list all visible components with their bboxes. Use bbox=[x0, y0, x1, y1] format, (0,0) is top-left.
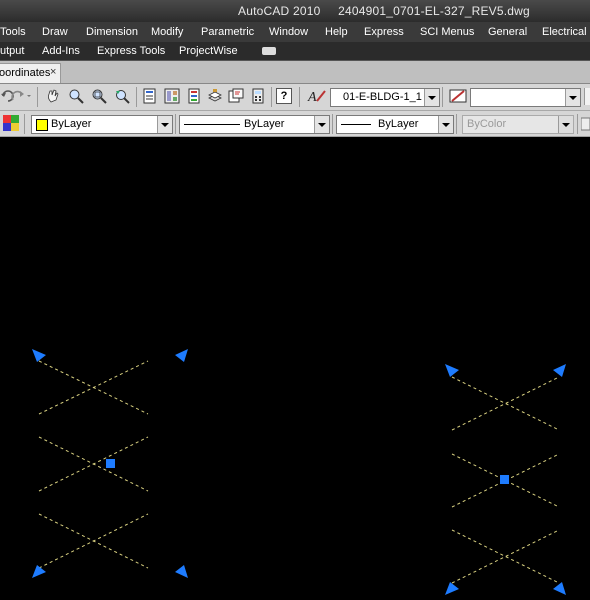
plotstyle-control-value: ByColor bbox=[467, 118, 507, 130]
grip-arrow[interactable] bbox=[445, 582, 459, 595]
table-style-icon[interactable] bbox=[448, 88, 468, 104]
toolbar-separator bbox=[577, 114, 578, 134]
zoom-window-icon[interactable] bbox=[91, 88, 107, 104]
ribbon-tab-projectwise[interactable]: ProjectWise bbox=[179, 45, 238, 57]
chevron-down-icon bbox=[558, 116, 573, 133]
toolbar-separator bbox=[442, 87, 443, 107]
grip-base-point[interactable] bbox=[500, 475, 509, 484]
grip-arrow[interactable] bbox=[175, 565, 188, 578]
window-title: AutoCAD 2010 2404901_0701-EL-327_REV5.dw… bbox=[238, 4, 530, 18]
redo-icon[interactable] bbox=[10, 88, 32, 104]
toolbar-separator bbox=[175, 114, 176, 134]
svg-text:A: A bbox=[307, 90, 317, 104]
toolbar-separator bbox=[24, 114, 25, 134]
ribbon-minimize-button[interactable] bbox=[262, 47, 276, 55]
chevron-down-icon[interactable] bbox=[438, 116, 453, 133]
chevron-down-icon[interactable] bbox=[314, 116, 329, 133]
menu-electrical[interactable]: Electrical S bbox=[542, 26, 590, 38]
grip-arrow[interactable] bbox=[32, 349, 46, 362]
zoom-realtime-icon[interactable] bbox=[68, 88, 84, 104]
grip-arrow[interactable] bbox=[32, 565, 46, 578]
grip-arrow[interactable] bbox=[553, 582, 566, 595]
dimension-style-value: 01-E-BLDG-1_1 bbox=[343, 91, 422, 103]
drawing-canvas[interactable] bbox=[0, 137, 590, 600]
design-center-icon[interactable] bbox=[164, 88, 180, 104]
menu-draw[interactable]: Draw bbox=[42, 26, 68, 38]
menu-bar: Tools Draw Dimension Modify Parametric W… bbox=[0, 22, 590, 42]
quickcalc-icon[interactable] bbox=[250, 88, 266, 104]
document-tab[interactable]: oordinates × bbox=[0, 63, 61, 83]
lineweight-control-value: ByLayer bbox=[378, 118, 419, 130]
properties-toolbar: ByLayer ByLayer ByLayer ByColor bbox=[0, 111, 590, 137]
menu-window[interactable]: Window bbox=[269, 26, 308, 38]
properties-icon[interactable] bbox=[142, 88, 158, 104]
zoom-previous-icon[interactable] bbox=[114, 88, 130, 104]
help-icon[interactable]: ? bbox=[276, 88, 292, 104]
menu-sci-menus[interactable]: SCI Menus bbox=[420, 26, 474, 38]
color-swatch bbox=[36, 119, 48, 131]
grips-right[interactable] bbox=[445, 364, 566, 595]
table-style-select[interactable] bbox=[470, 88, 581, 107]
ribbon-tab-add-ins[interactable]: Add-Ins bbox=[42, 45, 80, 57]
lineweight-control-select[interactable]: ByLayer bbox=[336, 115, 454, 134]
menu-general[interactable]: General bbox=[488, 26, 527, 38]
grip-arrow[interactable] bbox=[445, 364, 459, 377]
dimension-style-select[interactable]: 01-E-BLDG-1_1 bbox=[330, 88, 440, 107]
lineweight-preview bbox=[341, 124, 371, 125]
toolbar-separator bbox=[332, 114, 333, 134]
chevron-down-icon[interactable] bbox=[157, 116, 172, 133]
close-icon[interactable]: × bbox=[50, 66, 56, 78]
toolbar-separator bbox=[271, 87, 272, 107]
document-tab-bar: oordinates × bbox=[0, 61, 590, 84]
ribbon-tab-bar: utput Add-Ins Express Tools ProjectWise bbox=[0, 42, 590, 61]
markup-set-manager-icon[interactable] bbox=[228, 88, 244, 104]
menu-help[interactable]: Help bbox=[325, 26, 348, 38]
chevron-down-icon[interactable] bbox=[565, 89, 580, 106]
toolbar-separator bbox=[456, 114, 457, 134]
menu-express[interactable]: Express bbox=[364, 26, 404, 38]
plotstyle-control-select: ByColor bbox=[462, 115, 574, 134]
grips-left[interactable] bbox=[32, 349, 188, 578]
toolbar-separator bbox=[299, 87, 300, 107]
sheet-set-manager-icon[interactable] bbox=[207, 88, 223, 104]
toolbar-separator bbox=[37, 87, 38, 107]
menu-tools[interactable]: Tools bbox=[0, 26, 26, 38]
menu-dimension[interactable]: Dimension bbox=[86, 26, 138, 38]
grip-arrow[interactable] bbox=[175, 349, 188, 362]
layer-states-icon[interactable] bbox=[3, 115, 19, 131]
tool-palettes-icon[interactable] bbox=[186, 88, 202, 104]
crossing-lines-left bbox=[38, 360, 149, 569]
linetype-control-value: ByLayer bbox=[244, 118, 285, 130]
title-bar: AutoCAD 2010 2404901_0701-EL-327_REV5.dw… bbox=[0, 0, 590, 22]
standard-toolbar: ? A 01-E-BLDG-1_1 bbox=[0, 84, 590, 111]
color-control-select[interactable]: ByLayer bbox=[31, 115, 173, 134]
pan-icon[interactable] bbox=[45, 88, 61, 104]
color-control-value: ByLayer bbox=[51, 118, 92, 130]
toolbar-overflow-icon[interactable] bbox=[581, 116, 590, 132]
linetype-control-select[interactable]: ByLayer bbox=[179, 115, 330, 134]
menu-parametric[interactable]: Parametric bbox=[201, 26, 254, 38]
ribbon-tab-express-tools[interactable]: Express Tools bbox=[97, 45, 165, 57]
toolbar-overflow[interactable] bbox=[584, 88, 590, 105]
toolbar-separator bbox=[136, 87, 137, 107]
menu-modify[interactable]: Modify bbox=[151, 26, 183, 38]
grip-base-point[interactable] bbox=[106, 459, 115, 468]
document-tab-label: oordinates bbox=[0, 67, 51, 79]
text-style-icon[interactable]: A bbox=[307, 88, 327, 104]
grip-arrow[interactable] bbox=[553, 364, 566, 377]
ribbon-tab-output[interactable]: utput bbox=[0, 45, 24, 57]
linetype-preview bbox=[184, 124, 240, 125]
chevron-down-icon[interactable] bbox=[424, 89, 439, 106]
